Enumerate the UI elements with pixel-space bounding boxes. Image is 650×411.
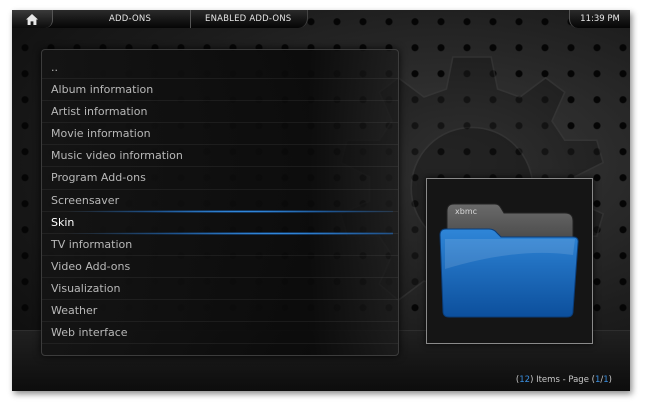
list-item-screensaver[interactable]: Screensaver: [42, 190, 398, 212]
list-item-video-addons[interactable]: Video Add-ons: [42, 256, 398, 278]
list-item-program-addons[interactable]: Program Add-ons: [42, 167, 398, 190]
breadcrumb-divider: [190, 10, 191, 28]
home-button[interactable]: [12, 10, 53, 28]
addon-list: .. Album information Artist information …: [42, 57, 398, 345]
list-item-weather[interactable]: Weather: [42, 300, 398, 323]
items-page-text: Items - Page: [533, 375, 592, 385]
clock: 11:39 PM: [569, 10, 630, 28]
page-total: 1: [603, 375, 609, 385]
app-window: ADD-ONS ENABLED ADD-ONS 11:39 PM .. Albu…: [12, 10, 630, 391]
list-item-tv-information[interactable]: TV information: [42, 234, 398, 256]
breadcrumb-addons[interactable]: ADD-ONS: [109, 10, 151, 28]
list-item-artist-information[interactable]: Artist information: [42, 101, 398, 124]
page-info: (12) Items - Page (1/1): [515, 375, 612, 385]
item-count: 12: [519, 375, 531, 385]
top-bar: ADD-ONS ENABLED ADD-ONS 11:39 PM: [12, 10, 630, 28]
addon-thumbnail: xbmc: [426, 178, 593, 344]
breadcrumb: ADD-ONS ENABLED ADD-ONS: [12, 10, 308, 28]
breadcrumb-enabled-addons[interactable]: ENABLED ADD-ONS: [205, 10, 291, 28]
page-current: 1: [594, 375, 601, 385]
addon-list-panel: .. Album information Artist information …: [41, 49, 399, 356]
list-item-skin-focused[interactable]: Skin: [42, 209, 398, 235]
list-item-music-video-information[interactable]: Music video information: [42, 145, 398, 168]
folder-icon: xbmc: [439, 203, 579, 318]
list-item-web-interface[interactable]: Web interface: [42, 322, 398, 345]
list-item-parent[interactable]: ..: [42, 57, 398, 80]
folder-logo-text: xbmc: [455, 207, 477, 216]
list-item-visualization[interactable]: Visualization: [42, 278, 398, 301]
list-item-movie-information[interactable]: Movie information: [42, 123, 398, 146]
list-item-album-information[interactable]: Album information: [42, 79, 398, 102]
home-icon: [26, 13, 38, 25]
